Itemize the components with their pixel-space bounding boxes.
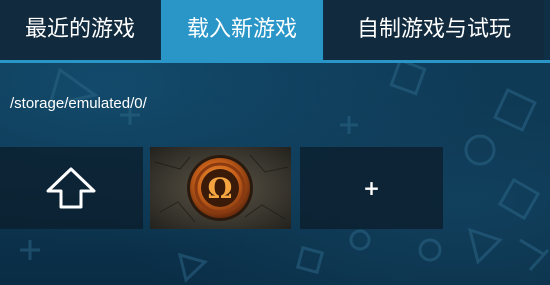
tab-recent-games[interactable]: 最近的游戏	[0, 0, 160, 60]
game-tile[interactable]: Ω	[150, 147, 291, 229]
add-folder-button[interactable]: +	[300, 147, 443, 229]
tab-bar: 最近的游戏 载入新游戏 自制游戏与试玩	[0, 0, 550, 63]
active-tab-underline	[0, 60, 550, 63]
add-label: +	[363, 176, 380, 200]
up-arrow-icon	[46, 167, 96, 209]
parent-directory-button[interactable]	[0, 147, 143, 229]
tab-load-new-game[interactable]: 载入新游戏	[161, 0, 323, 60]
current-path: /storage/emulated/0/	[10, 95, 147, 112]
tab-homebrew-and-demos[interactable]: 自制游戏与试玩	[324, 0, 544, 60]
svg-text:Ω: Ω	[208, 172, 233, 205]
omega-emblem-icon: Ω	[150, 147, 291, 229]
